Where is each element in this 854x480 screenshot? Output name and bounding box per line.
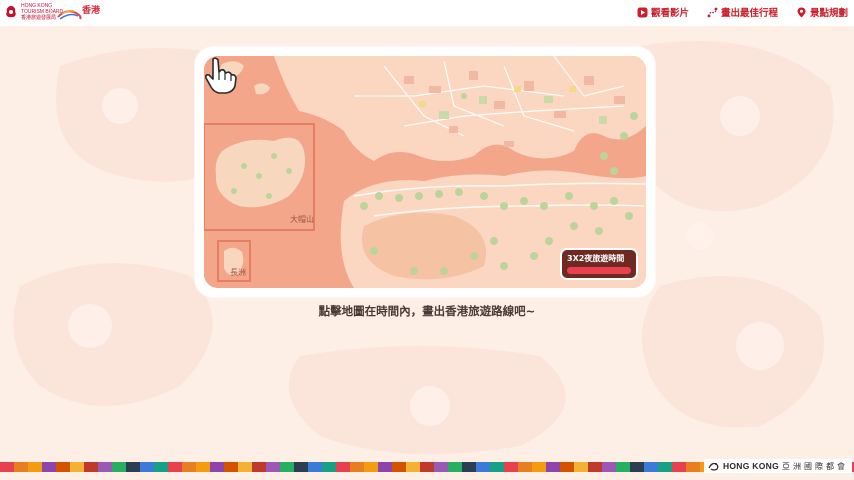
stripe-segment	[280, 462, 294, 472]
stripe-segment	[378, 462, 392, 472]
attraction-planning-button[interactable]: 景點規劃	[796, 5, 848, 19]
stripe-segment	[70, 462, 84, 472]
stripe-segment	[126, 462, 140, 472]
stripe-segment	[420, 462, 434, 472]
watch-video-button[interactable]: 觀看影片	[637, 5, 689, 19]
stripe-segment	[140, 462, 154, 472]
map-card: 大帽山 長洲 3X2夜旅遊時間	[195, 47, 655, 297]
stripe-segment	[154, 462, 168, 472]
timer-progress-track	[567, 267, 631, 274]
asia-world-city-text: 亞洲國際都會	[782, 461, 848, 471]
location-pin-icon	[797, 7, 806, 17]
watch-video-label: 觀看影片	[650, 8, 689, 19]
stripe-segment	[658, 462, 672, 472]
stripe-segment	[322, 462, 336, 472]
stripe-segment	[560, 462, 574, 472]
stripe-segment	[672, 462, 686, 472]
dragon-icon	[708, 462, 719, 471]
stripe-segment	[364, 462, 378, 472]
stripe-segment	[98, 462, 112, 472]
stripe-segment	[350, 462, 364, 472]
timer-progress-fill	[567, 267, 631, 274]
stripe-segment	[0, 462, 14, 472]
brand-logo-text: 香港	[82, 6, 101, 16]
stripe-segment	[224, 462, 238, 472]
stripe-segment	[182, 462, 196, 472]
stripe-segment	[336, 462, 350, 472]
stripe-segment	[252, 462, 266, 472]
stripe-segment	[28, 462, 42, 472]
stripe-segment	[476, 462, 490, 472]
stripe-segment	[392, 462, 406, 472]
stripe-segment	[196, 462, 210, 472]
map-label-cheung-chau: 長洲	[230, 268, 246, 277]
stripe-segment	[490, 462, 504, 472]
stripe-segment	[238, 462, 252, 472]
brand-hong-kong-logo: HONG KONG 亞洲國際都會	[703, 459, 852, 473]
stripe-segment	[518, 462, 532, 472]
timer-label: 3X2夜旅遊時間	[567, 254, 625, 263]
stripe-segment	[168, 462, 182, 472]
stripe-segment	[644, 462, 658, 472]
hktb-flower-icon	[6, 6, 16, 18]
hktb-logo[interactable]: HONG KONG TOURISM BOARD 香港旅遊發展局	[4, 3, 63, 21]
stripe-segment	[42, 462, 56, 472]
game-map[interactable]: 大帽山 長洲 3X2夜旅遊時間	[204, 56, 646, 288]
footer-bar	[0, 472, 854, 480]
stripe-segment	[574, 462, 588, 472]
map-label-tai-mo-shan: 大帽山	[290, 215, 314, 224]
top-header: HONG KONG TOURISM BOARD 香港旅遊發展局 香港 觀看影片 …	[0, 0, 854, 26]
stripe-segment	[294, 462, 308, 472]
pointer-hand-icon	[205, 57, 237, 94]
game-instruction: 點擊地圖在時間內，畫出香港旅遊路線吧~	[318, 304, 536, 318]
stripe-segment	[532, 462, 546, 472]
play-icon	[637, 7, 648, 17]
stripe-segment	[56, 462, 70, 472]
stripe-segment	[630, 462, 644, 472]
stripe-segment	[602, 462, 616, 472]
stripe-segment	[266, 462, 280, 472]
stripe-segment	[504, 462, 518, 472]
travel-time-timer: 3X2夜旅遊時間	[560, 248, 638, 280]
top-nav: 觀看影片 畫出最佳行程 景點規劃	[637, 5, 848, 19]
stripe-segment	[14, 462, 28, 472]
stripe-segment	[588, 462, 602, 472]
stripe-segment	[616, 462, 630, 472]
stripe-segment	[84, 462, 98, 472]
stripe-segment	[462, 462, 476, 472]
stripe-segment	[434, 462, 448, 472]
stripe-segment	[210, 462, 224, 472]
attraction-planning-label: 景點規劃	[809, 8, 848, 19]
stripe-segment	[546, 462, 560, 472]
stripe-segment	[112, 462, 126, 472]
draw-best-route-label: 畫出最佳行程	[720, 8, 778, 19]
stripe-segment	[686, 462, 700, 472]
draw-best-route-button[interactable]: 畫出最佳行程	[707, 5, 778, 19]
stripe-segment	[308, 462, 322, 472]
logo-divider	[50, 5, 51, 19]
route-icon	[707, 7, 718, 17]
stripe-segment	[406, 462, 420, 472]
stripe-segment	[448, 462, 462, 472]
brand-hong-kong-text: HONG KONG	[722, 461, 779, 471]
